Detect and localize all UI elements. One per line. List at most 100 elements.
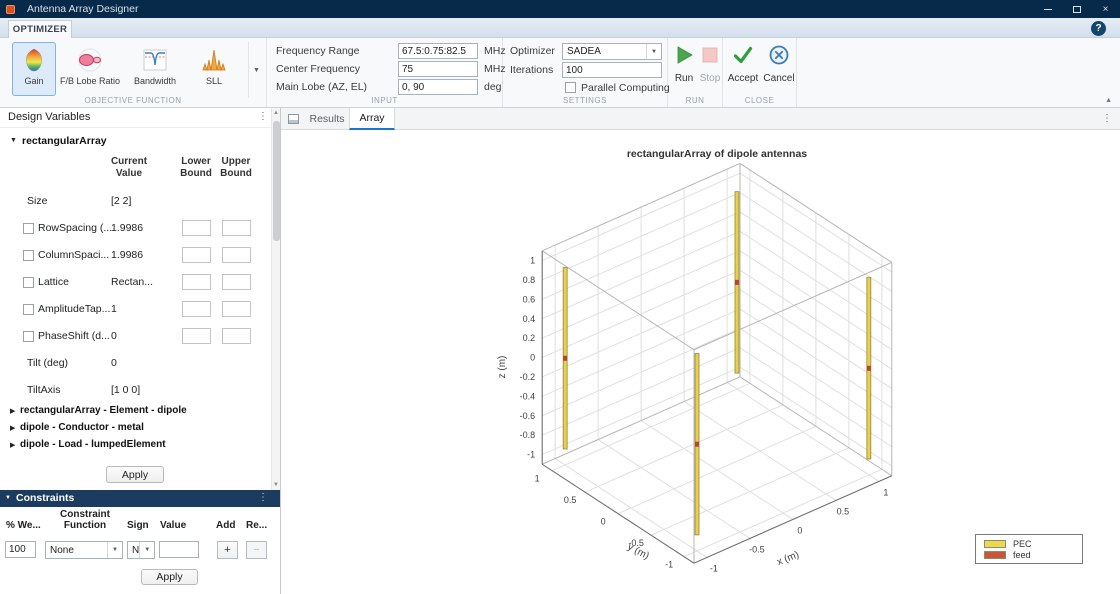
column-header-upper-bound: Upper Bound (220, 156, 252, 179)
variable-label: ColumnSpaci... (38, 249, 110, 261)
parallel-computing-checkbox[interactable] (565, 82, 576, 93)
scroll-down-icon[interactable]: ▼ (272, 482, 280, 488)
lower-bound-input[interactable] (182, 328, 211, 344)
center-frequency-input[interactable] (398, 61, 478, 77)
section-settings: Optimizer SADEA ▼ Iterations Parallel Co… (503, 38, 670, 107)
table-row-tilt: Tilt (deg) 0 (0, 350, 268, 377)
expand-icon[interactable]: ▶ (10, 407, 15, 415)
variable-checkbox[interactable] (23, 304, 34, 315)
optimizer-value: SADEA (567, 46, 601, 57)
sll-button[interactable]: SLL (190, 42, 238, 96)
dock-layout-icon[interactable] (288, 114, 299, 124)
panel-menu-icon[interactable]: ⋮ (258, 111, 268, 122)
table-row-phaseshift: PhaseShift (d... 0 (0, 323, 268, 350)
collapse-icon[interactable]: ▼ (5, 495, 11, 501)
variable-checkbox[interactable] (23, 331, 34, 342)
3d-axes[interactable]: -1-0.500.51-1-0.500.51-1-0.8-0.6-0.4-0.2… (281, 130, 1120, 594)
objective-more-dropdown[interactable]: ▼ (248, 42, 264, 98)
column-header-remove: Re... (246, 520, 268, 531)
main-lobe-label: Main Lobe (AZ, EL) (276, 81, 368, 93)
run-label: Run (674, 73, 694, 84)
main-lobe-input[interactable] (398, 79, 478, 95)
variable-value: [2 2] (111, 195, 132, 207)
accept-button[interactable]: Accept (726, 44, 760, 84)
variable-value: 0 (111, 330, 117, 342)
iterations-input[interactable] (562, 62, 662, 78)
array-3d-plot[interactable]: -1 -0.5 0 0.5 1 -1 -0.5 0 0.5 1 -1 -0.8 -0.6 -0.4 -0.2… (281, 130, 1120, 594)
upper-bound-input[interactable] (222, 220, 251, 236)
window-title: Antenna Array Designer (27, 3, 139, 15)
frequency-range-label: Frequency Range (276, 45, 360, 57)
close-button[interactable]: × (1091, 0, 1120, 18)
plot-legend: PEC feed (975, 534, 1083, 564)
gain-button[interactable]: Gain (12, 42, 56, 96)
tree-group-conductor-metal[interactable]: ▶ dipole - Conductor - metal (0, 421, 280, 437)
optimizer-label: Optimizer (510, 45, 555, 57)
minimize-button[interactable] (1033, 0, 1062, 18)
tab-optimizer[interactable]: OPTIMIZER (8, 20, 72, 38)
gain-label: Gain (24, 76, 44, 86)
collapse-ribbon-icon[interactable]: ▲ (1105, 97, 1112, 104)
cancel-circle-x-icon (768, 44, 790, 71)
sign-dropdown[interactable]: N ▼ (127, 541, 155, 559)
constraints-menu-icon[interactable]: ⋮ (258, 492, 268, 503)
stop-icon (699, 44, 721, 71)
variable-label: AmplitudeTap... (38, 303, 111, 315)
variable-checkbox[interactable] (23, 250, 34, 261)
tree-group-element-dipole[interactable]: ▶ rectangularArray - Element - dipole (0, 404, 280, 420)
figure-menu-icon[interactable]: ⋮ (1102, 113, 1112, 124)
expand-icon[interactable]: ▶ (10, 441, 15, 449)
collapse-icon[interactable]: ▼ (10, 137, 17, 144)
design-variables-scrollbar[interactable]: ▲ ▼ (271, 108, 280, 490)
svg-text:-1: -1 (710, 563, 718, 573)
tree-group-load-lumpedelement[interactable]: ▶ dipole - Load - lumpedElement (0, 438, 280, 454)
constraints-header[interactable]: ▼ Constraints ⋮ (0, 490, 280, 507)
variable-label: RowSpacing (... (38, 222, 113, 234)
variable-checkbox[interactable] (23, 277, 34, 288)
variable-value: 1.9986 (111, 249, 144, 261)
column-header-current-value: Current Value (110, 156, 148, 179)
variable-label: Lattice (38, 276, 69, 288)
lower-bound-input[interactable] (182, 220, 211, 236)
sign-value: N (132, 544, 140, 556)
tree-root-label: rectangularArray (22, 135, 107, 147)
column-header-value: Value (160, 520, 187, 531)
tree-root-row[interactable]: ▼ rectangularArray (0, 134, 280, 150)
check-icon (732, 44, 754, 71)
table-row-size: Size [2 2] (0, 188, 268, 215)
constraint-value-input[interactable] (159, 541, 199, 558)
upper-bound-input[interactable] (222, 328, 251, 344)
scrollbar-thumb[interactable] (273, 121, 280, 241)
tab-results[interactable]: Results (305, 108, 349, 130)
constraint-function-dropdown[interactable]: None ▼ (45, 541, 123, 559)
scroll-up-icon[interactable]: ▲ (272, 110, 280, 116)
remove-constraint-button: − (246, 541, 267, 559)
bandwidth-button[interactable]: Bandwidth (126, 42, 184, 96)
lower-bound-input[interactable] (182, 301, 211, 317)
upper-bound-input[interactable] (222, 301, 251, 317)
cancel-button[interactable]: Cancel (763, 44, 795, 84)
svg-text:0: 0 (530, 353, 535, 363)
add-constraint-button[interactable]: + (217, 541, 238, 559)
help-button[interactable]: ? (1091, 21, 1106, 36)
weight-input[interactable] (5, 541, 36, 558)
expand-icon[interactable]: ▶ (10, 424, 15, 432)
figure-tabbar: Results Array ⋮ (281, 108, 1120, 130)
run-button[interactable]: Run (670, 44, 698, 84)
frequency-range-input[interactable] (398, 43, 478, 59)
lower-bound-input[interactable] (182, 247, 211, 263)
design-variables-apply-button[interactable]: Apply (106, 466, 164, 483)
section-label-objective: OBJECTIVE FUNCTION (84, 96, 182, 105)
optimizer-dropdown[interactable]: SADEA ▼ (562, 43, 662, 60)
variable-checkbox[interactable] (23, 223, 34, 234)
constraints-apply-button[interactable]: Apply (141, 569, 198, 585)
upper-bound-input[interactable] (222, 247, 251, 263)
maximize-button[interactable] (1062, 0, 1091, 18)
fb-lobe-ratio-button[interactable]: F/B Lobe Ratio (58, 42, 122, 96)
lower-bound-input[interactable] (182, 274, 211, 290)
tab-array[interactable]: Array (349, 108, 395, 130)
svg-text:-0.8: -0.8 (520, 430, 536, 440)
section-close: Accept Cancel CLOSE (723, 38, 797, 107)
upper-bound-input[interactable] (222, 274, 251, 290)
ribbon-toolbar: Gain F/B Lobe Ratio Bandwidth SLL ▼ OBJE… (0, 38, 1120, 108)
